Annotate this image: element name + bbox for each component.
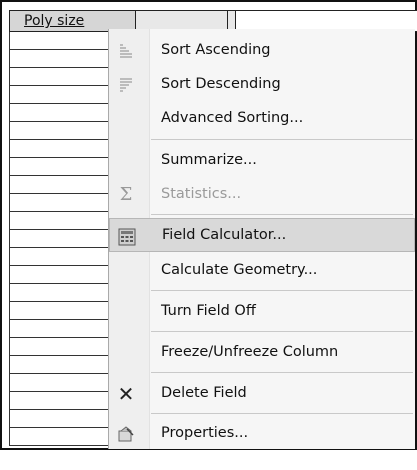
table-row[interactable] [9,284,109,302]
menu-item-statistics: Σ Statistics... [109,177,415,211]
table-row[interactable] [9,122,109,140]
menu-item-summarize[interactable]: Summarize... [109,143,415,177]
menu-item-label: Calculate Geometry... [161,262,318,278]
table-row[interactable] [9,374,109,392]
menu-item-sort-descending[interactable]: Sort Descending [109,67,415,101]
menu-item-calculate-geometry[interactable]: Calculate Geometry... [109,253,415,287]
menu-separator [151,331,413,332]
menu-item-sort-ascending[interactable]: Sort Ascending [109,33,415,67]
attribute-table-frame: Poly size Sort Ascending Sort Descending… [0,0,417,450]
delete-x-icon: ✕ [117,382,135,406]
table-row[interactable] [9,194,109,212]
menu-item-label: Freeze/Unfreeze Column [161,344,339,360]
menu-item-label: Summarize... [161,152,257,168]
sort-descending-icon [117,76,135,94]
properties-icon [117,425,135,443]
column-header[interactable] [136,11,228,31]
table-row[interactable] [9,104,109,122]
menu-item-label: Advanced Sorting... [161,110,304,126]
sort-ascending-icon [117,42,135,60]
table-row[interactable] [9,230,109,248]
column-header[interactable] [236,11,417,31]
table-row[interactable] [9,50,109,68]
menu-item-turn-field-off[interactable]: Turn Field Off [109,294,415,328]
menu-item-label: Properties... [161,425,249,441]
menu-separator [151,214,413,215]
table-row[interactable] [9,302,109,320]
menu-separator [151,372,413,373]
calculator-icon [118,228,136,246]
table-row[interactable] [9,140,109,158]
menu-separator [151,139,413,140]
table-row[interactable] [9,266,109,284]
menu-item-advanced-sorting[interactable]: Advanced Sorting... [109,101,415,135]
table-row[interactable] [9,248,109,266]
table-row[interactable] [9,158,109,176]
menu-separator [151,290,413,291]
menu-item-label: Sort Ascending [161,42,271,58]
menu-item-label: Turn Field Off [161,303,256,319]
menu-item-properties[interactable]: Properties... [109,416,415,450]
menu-item-delete-field[interactable]: ✕ Delete Field [109,376,415,410]
column-header-poly-size[interactable]: Poly size [10,11,136,31]
table-row[interactable] [9,176,109,194]
table-row[interactable] [9,428,109,446]
field-context-menu: Sort Ascending Sort Descending Advanced … [108,29,415,449]
table-row[interactable] [9,212,109,230]
table-row[interactable] [9,392,109,410]
sigma-icon: Σ [119,184,133,205]
menu-item-label: Field Calculator... [162,227,287,243]
menu-separator [151,413,413,414]
table-row[interactable] [9,320,109,338]
table-row[interactable] [9,68,109,86]
column-header[interactable] [228,11,236,31]
menu-item-field-calculator[interactable]: Field Calculator... [109,218,415,252]
menu-item-label: Statistics... [161,186,242,202]
menu-item-freeze-unfreeze-column[interactable]: Freeze/Unfreeze Column [109,335,415,369]
table-row[interactable] [9,86,109,104]
table-row[interactable] [9,356,109,374]
table-row[interactable] [9,32,109,50]
table-row[interactable] [9,338,109,356]
table-row[interactable] [9,410,109,428]
menu-item-label: Sort Descending [161,76,281,92]
menu-item-label: Delete Field [161,385,247,401]
